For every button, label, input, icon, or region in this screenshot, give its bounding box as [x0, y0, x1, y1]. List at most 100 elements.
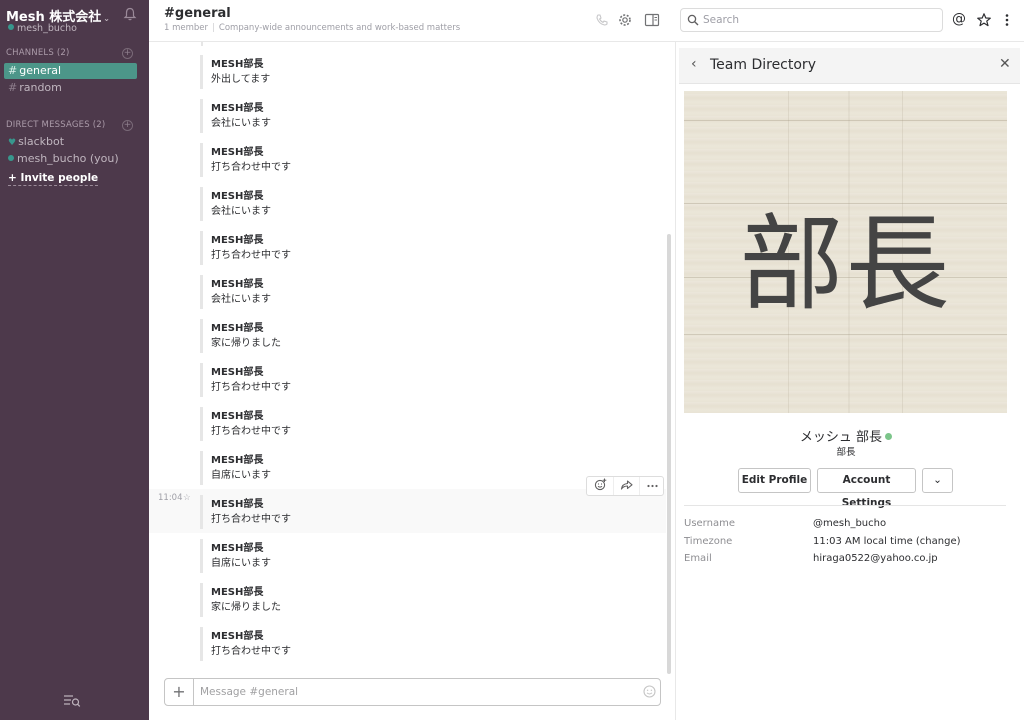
username-value: @mesh_bucho — [813, 518, 887, 529]
member-count[interactable]: 1 member — [164, 23, 208, 33]
message-author[interactable]: MESH部長 — [211, 187, 263, 202]
add-dm-icon[interactable]: + — [122, 120, 133, 131]
message-bar — [200, 231, 203, 265]
message-bar — [200, 363, 203, 397]
phone-icon[interactable] — [594, 12, 610, 28]
team-directory-panel: ‹ Team Directory ✕ 部長 メッシュ 部長 部長 Edit Pr… — [675, 42, 1024, 720]
email-value[interactable]: hiraga0522@yahoo.co.jp — [813, 553, 938, 564]
panel-title: Team Directory — [710, 57, 816, 73]
message-author[interactable]: MESH部長 — [211, 495, 263, 510]
profile-avatar: 部長 — [684, 91, 1007, 413]
quick-switcher-icon[interactable] — [63, 694, 81, 708]
sidebar-item-random[interactable]: # random — [4, 80, 137, 96]
message-text: 家に帰りました — [211, 338, 281, 349]
message-author[interactable]: MESH部長 — [211, 319, 263, 334]
message-actions — [586, 476, 664, 496]
back-icon[interactable]: ‹ — [691, 56, 697, 72]
message-row[interactable]: MESH部長 自席にいます — [149, 533, 666, 577]
sidebar-item-mesh-bucho[interactable]: mesh_bucho (you) — [8, 152, 119, 165]
message-text: 打ち合わせ中です — [211, 426, 291, 437]
attach-button[interactable]: + — [165, 679, 194, 705]
email-label: Email — [684, 553, 712, 564]
message-text: 家に帰りました — [211, 602, 281, 613]
heart-icon: ♥ — [8, 138, 17, 148]
timezone-label: Timezone — [684, 536, 733, 547]
search-input[interactable]: Search — [680, 8, 943, 32]
star-message-icon[interactable]: ☆ — [183, 493, 191, 503]
more-vertical-icon[interactable] — [999, 12, 1015, 28]
edit-profile-button[interactable]: Edit Profile — [738, 468, 811, 493]
message-row[interactable]: MESH部長打ち合わせ中です — [149, 357, 666, 401]
more-icon[interactable] — [639, 477, 665, 495]
hash-icon: # — [8, 81, 18, 94]
star-icon[interactable] — [976, 12, 992, 28]
direct-messages-header[interactable]: DIRECT MESSAGES (2) — [6, 120, 105, 130]
message-text: 打ち合わせ中です — [211, 162, 291, 173]
add-reaction-icon[interactable] — [587, 477, 613, 495]
sidebar-item-general[interactable]: # general — [4, 63, 137, 79]
emoji-icon[interactable] — [643, 685, 656, 698]
presence-dot — [8, 24, 14, 30]
message-bar — [200, 495, 203, 529]
message-bar — [200, 55, 203, 89]
share-icon[interactable] — [613, 477, 639, 495]
message-author[interactable]: MESH部長 — [211, 627, 263, 642]
sidebar-toggle-icon[interactable] — [644, 12, 660, 28]
scrollbar[interactable] — [667, 234, 671, 674]
message-author[interactable]: MESH部長 — [211, 363, 263, 378]
channel-purpose: Company-wide announcements and work-base… — [218, 23, 461, 33]
message-row[interactable]: MESH部長打ち合わせ中です — [149, 621, 666, 665]
message-row[interactable]: MESH部長家に帰りました — [149, 313, 666, 357]
message-text: 会社にいます — [211, 206, 271, 217]
avatar-label: 部長 — [739, 203, 952, 325]
message-text: 打ち合わせ中です — [211, 646, 291, 657]
message-list[interactable]: MESH部長 外出してます MESH部長 会社にいます MESH部長 打ち合わせ中です ME… — [149, 42, 666, 672]
message-row[interactable]: MESH部長打ち合わせ中です — [149, 401, 666, 445]
message-composer[interactable]: + Message #general — [164, 678, 661, 706]
timezone-value[interactable]: 11:03 AM local time (change) — [813, 536, 961, 547]
message-author[interactable]: MESH部長 — [211, 143, 263, 158]
message-author[interactable]: MESH部長 — [211, 55, 263, 70]
message-bar — [200, 583, 203, 617]
message-row[interactable]: MESH部長会社にいます — [149, 93, 666, 137]
message-row[interactable]: MESH部長打ち合わせ中です — [149, 137, 666, 181]
message-bar-continuation — [201, 42, 203, 46]
message-author[interactable]: MESH部長 — [211, 275, 263, 290]
gear-icon[interactable] — [617, 12, 633, 28]
presence-dot — [8, 155, 14, 161]
message-bar — [200, 451, 203, 485]
channels-header[interactable]: CHANNELS (2) — [6, 48, 70, 58]
message-text: 会社にいます — [211, 118, 271, 129]
message-author[interactable]: MESH部長 — [211, 231, 263, 246]
invite-people-link[interactable]: + Invite people — [8, 172, 99, 186]
mentions-icon[interactable]: @ — [952, 11, 968, 27]
message-bar — [200, 187, 203, 221]
message-row[interactable]: MESH部長家に帰りました — [149, 577, 666, 621]
current-user[interactable]: mesh_bucho — [8, 23, 77, 34]
channel-header: #general 1 member | Company-wide announcem… — [149, 0, 1024, 42]
message-input[interactable]: Message #general — [200, 686, 298, 698]
message-row[interactable]: MESH部長 外出してます — [149, 49, 666, 93]
add-channel-icon[interactable]: + — [122, 48, 133, 59]
message-author[interactable]: MESH部長 — [211, 407, 263, 422]
profile-title: 部長 — [836, 447, 856, 458]
channel-title[interactable]: #general — [164, 6, 231, 21]
bell-icon[interactable] — [123, 7, 137, 21]
close-icon[interactable]: ✕ — [999, 56, 1011, 72]
message-bar — [200, 627, 203, 661]
sidebar-item-slackbot[interactable]: ♥ slackbot — [8, 135, 64, 148]
channel-meta: 1 member | Company-wide announcements and … — [164, 23, 461, 33]
message-row[interactable]: MESH部長会社にいます — [149, 181, 666, 225]
message-row[interactable]: MESH部長 打ち合わせ中です — [149, 225, 666, 269]
message-author[interactable]: MESH部長 — [211, 539, 263, 554]
chevron-down-icon[interactable]: ⌄ — [922, 468, 953, 493]
message-text: 打ち合わせ中です — [211, 382, 291, 393]
account-settings-button[interactable]: Account Settings — [817, 468, 916, 509]
message-author[interactable]: MESH部長 — [211, 583, 263, 598]
message-bar — [200, 143, 203, 177]
message-row[interactable]: MESH部長 会社にいます — [149, 269, 666, 313]
message-bar — [200, 539, 203, 573]
message-author[interactable]: MESH部長 — [211, 99, 263, 114]
message-author[interactable]: MESH部長 — [211, 451, 263, 466]
message-timestamp[interactable]: 11:04 — [158, 493, 183, 503]
